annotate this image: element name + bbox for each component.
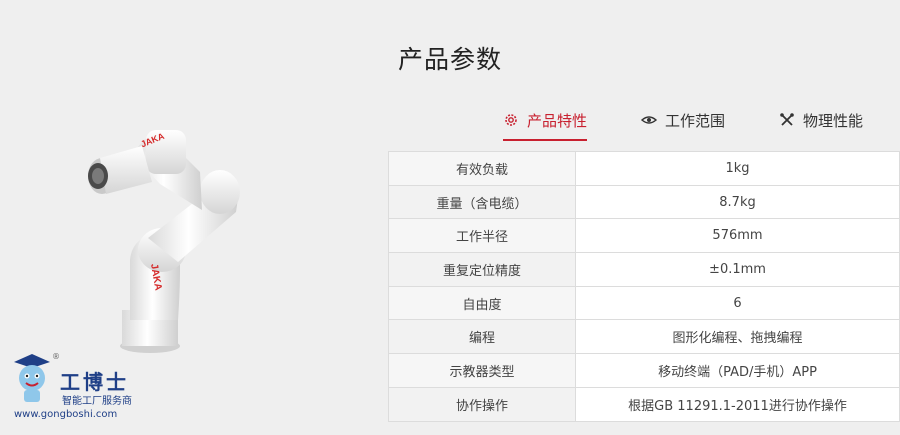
page-title: 产品参数 <box>397 45 502 74</box>
spec-value: 8.7kg <box>575 184 900 220</box>
tab-label: 产品特性 <box>527 111 588 130</box>
spec-key: 有效负载 <box>388 151 576 186</box>
tab-physical-performance[interactable]: 物理性能 <box>779 106 863 134</box>
spec-value: ±0.1mm <box>575 252 900 287</box>
spec-value: 576mm <box>575 218 900 254</box>
spec-key: 重量（含电缆） <box>388 184 576 220</box>
table-row: 工作半径 576mm <box>388 218 900 254</box>
logo-brand: 工博士 <box>60 370 129 394</box>
logo-subtitle: 智能工厂服务商 <box>62 396 132 407</box>
spec-table: 有效负载 1kg 重量（含电缆） 8.7kg 工作半径 576mm 重复定位精度 ±0.… <box>388 151 900 422</box>
gear-icon <box>505 114 517 126</box>
spec-value: 1kg <box>575 151 900 186</box>
spec-value: 6 <box>575 285 900 321</box>
spec-key: 工作半径 <box>388 218 576 254</box>
table-row: 编程 图形化编程、拖拽编程 <box>388 319 900 355</box>
tab-work-range[interactable]: 工作范围 <box>641 106 725 134</box>
table-row: 协作操作 根据GB 11291.1-2011进行协作操作 <box>388 386 900 422</box>
robot-arm-image: JAKA JAKA <box>88 130 240 353</box>
logo-url: www.gongboshi.com <box>14 409 118 420</box>
spec-key: 编程 <box>388 319 576 355</box>
mascot-icon <box>14 354 50 402</box>
tools-icon <box>780 113 794 126</box>
registered-mark: ® <box>52 352 60 361</box>
watermark-logo: ® 工博士 智能工厂服务商 www.gongboshi.com <box>6 350 166 430</box>
tab-product-features[interactable]: 产品特性 <box>503 106 588 141</box>
table-row: 重量（含电缆） 8.7kg <box>388 184 900 220</box>
spec-value: 移动终端（PAD/手机）APP <box>575 353 900 388</box>
spec-key: 示教器类型 <box>388 353 576 388</box>
tab-label: 物理性能 <box>803 111 864 130</box>
eye-icon <box>641 116 657 124</box>
spec-key: 协作操作 <box>388 386 576 422</box>
spec-key: 自由度 <box>388 285 576 321</box>
table-row: 重复定位精度 ±0.1mm <box>388 252 900 287</box>
spec-tabs: 产品特性 工作范围 物理性能 <box>495 100 895 141</box>
tab-label: 工作范围 <box>665 111 726 130</box>
table-row: 自由度 6 <box>388 285 900 321</box>
spec-value: 图形化编程、拖拽编程 <box>575 319 900 355</box>
table-row: 示教器类型 移动终端（PAD/手机）APP <box>388 353 900 388</box>
spec-value: 根据GB 11291.1-2011进行协作操作 <box>575 386 900 422</box>
table-row: 有效负载 1kg <box>388 151 900 186</box>
spec-key: 重复定位精度 <box>388 252 576 287</box>
